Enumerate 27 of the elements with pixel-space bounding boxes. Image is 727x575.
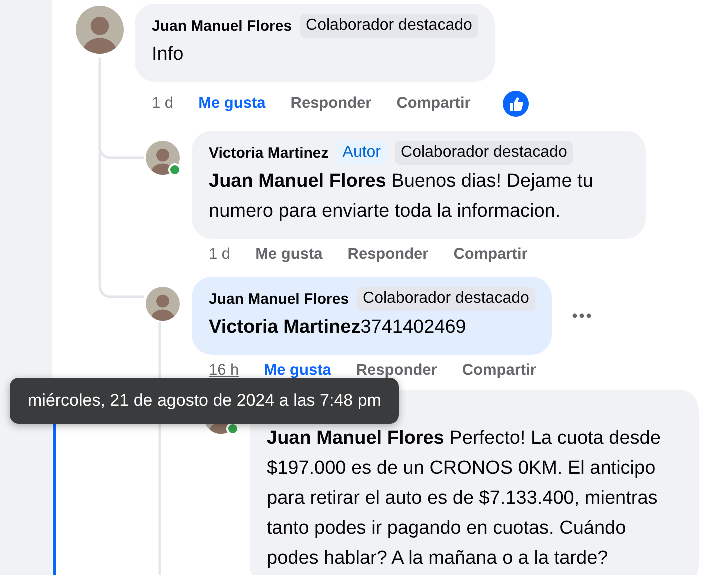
reply-link[interactable]: Responder: [290, 95, 372, 113]
author-name[interactable]: Victoria Martinez: [209, 144, 329, 162]
author-badge: Autor: [336, 141, 388, 165]
contributor-badge: Colaborador destacado: [395, 141, 574, 165]
thumbs-up-icon[interactable]: [502, 91, 529, 117]
date-tooltip: miércoles, 21 de agosto de 2024 a las 7:48 pm: [10, 378, 400, 424]
comment-text: Juan Manuel Flores Perfecto! La cuota desde $197.000 es de un CRONOS 0KM. El anticipo para retirar el auto es de $7.133.400, mientras tanto podes ir pagando en cuotas. Cuándo podes hablar? A la mañana o a la tarde?: [267, 427, 662, 571]
avatar[interactable]: [146, 141, 182, 177]
like-link[interactable]: Me gusta: [198, 95, 266, 113]
comment-text: Victoria Martinez3741402469: [209, 316, 468, 340]
reply-link[interactable]: Responder: [348, 246, 429, 264]
share-link[interactable]: Compartir: [396, 95, 471, 113]
reply-link[interactable]: Responder: [356, 362, 438, 380]
timestamp-link[interactable]: 16 h: [209, 362, 240, 380]
more-icon[interactable]: [572, 313, 592, 319]
author-name[interactable]: Juan Manuel Flores: [152, 18, 292, 34]
timestamp-link[interactable]: 1 d: [209, 246, 231, 264]
like-link[interactable]: Me gusta: [256, 246, 323, 264]
comment-text: Juan Manuel Flores Buenos dias! Dejame tu numero para enviarte toda la informacion.: [209, 170, 594, 224]
timestamp-link[interactable]: 1 d: [152, 95, 174, 113]
share-link[interactable]: Compartir: [462, 362, 536, 380]
contributor-badge: Colaborador destacado: [300, 14, 478, 38]
author-name[interactable]: Juan Manuel Flores: [209, 290, 350, 308]
contributor-badge: Colaborador destacado: [357, 287, 536, 311]
share-link[interactable]: Compartir: [454, 246, 528, 264]
like-link[interactable]: Me gusta: [264, 362, 332, 380]
comment-text: Info: [152, 43, 185, 67]
